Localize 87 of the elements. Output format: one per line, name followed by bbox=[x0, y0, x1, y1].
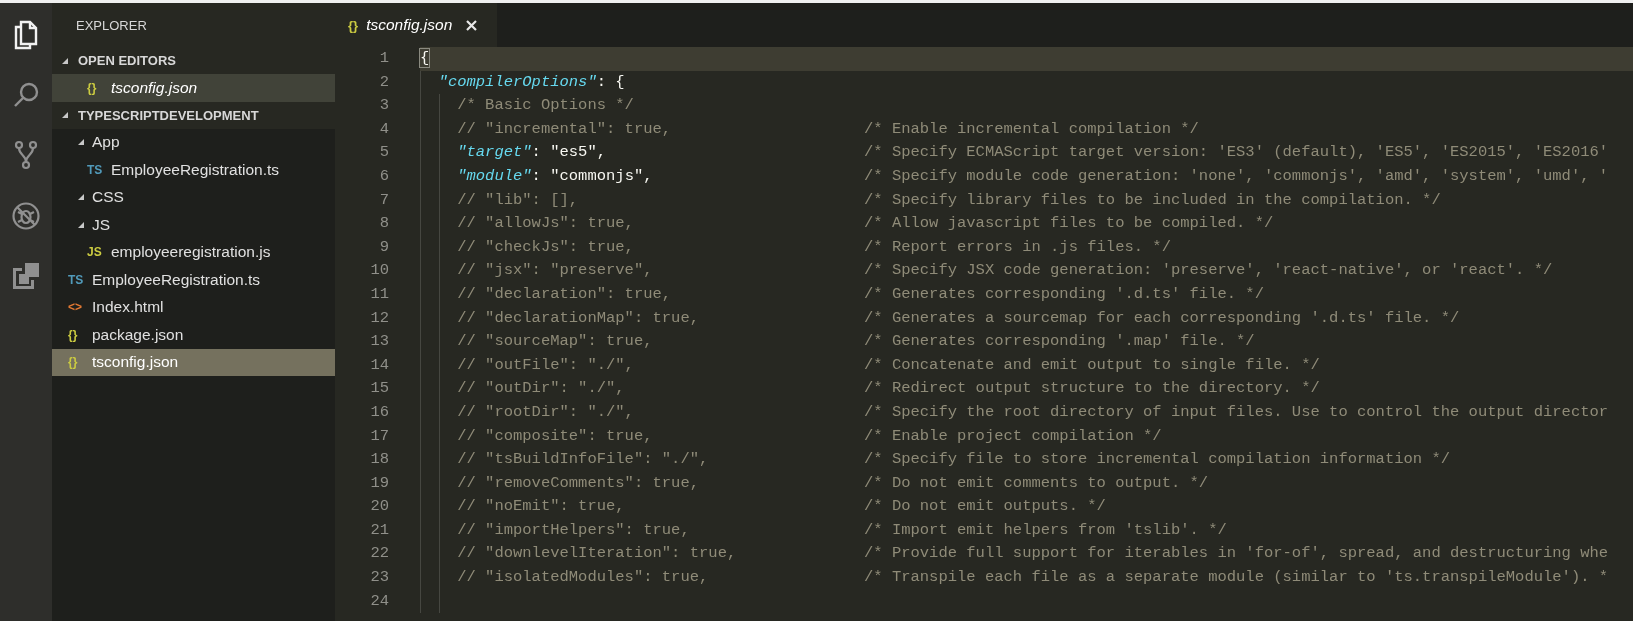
explorer-title: EXPLORER bbox=[76, 17, 147, 33]
code-comment: /* Specify JSX code generation: 'preserve', 'react-native', or 'react'. */ bbox=[864, 260, 1553, 282]
file-tree-item[interactable]: App bbox=[52, 128, 335, 156]
code-text: { bbox=[420, 48, 430, 69]
line-number: 10 bbox=[369, 260, 389, 282]
file-tree-item[interactable]: <> Index.html bbox=[52, 293, 335, 321]
code-comment: /* Enable project compilation */ bbox=[864, 425, 1162, 447]
code-text: // "lib": [], bbox=[457, 189, 579, 211]
line-number: 13 bbox=[369, 331, 389, 353]
code-text: // "downlevelIteration": true, bbox=[457, 543, 737, 565]
code-comment: /* Generates a sourcemap for each corresponding '.d.ts' file. */ bbox=[864, 307, 1460, 329]
section-header[interactable]: OPEN EDITORS bbox=[52, 47, 335, 74]
line-number: 21 bbox=[369, 519, 389, 541]
line-number: 14 bbox=[369, 354, 389, 376]
line-number: 1 bbox=[378, 48, 389, 69]
code-text: // "declarationMap": true, bbox=[457, 307, 700, 329]
code-comment: /* Do not emit comments to output. */ bbox=[864, 472, 1209, 494]
code-text: // "removeComments": true, bbox=[457, 472, 700, 494]
line-number: 16 bbox=[369, 401, 389, 423]
section-header[interactable]: TYPESCRIPTDEVELOPMENT bbox=[52, 101, 335, 129]
line-number: 19 bbox=[369, 472, 389, 494]
code-comment: /* Generates corresponding '.map' file. */ bbox=[864, 331, 1255, 353]
line-number: 18 bbox=[369, 449, 389, 471]
line-number: 24 bbox=[369, 590, 389, 612]
code-comment: /* Allow javascript files to be compiled. */ bbox=[864, 213, 1274, 235]
line-number: 15 bbox=[369, 378, 389, 400]
file-tree-item[interactable]: TS EmployeeRegistration.ts bbox=[52, 156, 335, 184]
code-text: // "sourceMap": true, bbox=[457, 331, 653, 353]
file-tree-item[interactable]: JS employeeregistration.js bbox=[52, 238, 335, 266]
line-number: 2 bbox=[378, 71, 389, 93]
code-comment: /* Import emit helpers from 'tslib'. */ bbox=[864, 519, 1227, 541]
line-number: 6 bbox=[378, 165, 389, 187]
code-comment: /* Specify module code generation: 'none', 'commonjs', 'amd', 'system', 'umd', ' bbox=[864, 165, 1609, 187]
line-number: 8 bbox=[378, 213, 389, 235]
code-text: "compilerOptions": { bbox=[438, 71, 625, 93]
line-number: 11 bbox=[369, 283, 389, 305]
line-number: 9 bbox=[378, 236, 389, 258]
line-number: 7 bbox=[378, 189, 389, 211]
code-comment: /* Specify the root directory of input files. Use to control the output director bbox=[864, 401, 1609, 423]
code-text: /* Basic Options */ bbox=[457, 95, 634, 117]
file-tree-item[interactable]: TS EmployeeRegistration.ts bbox=[52, 266, 335, 294]
line-number: 4 bbox=[378, 118, 389, 140]
no-bug-icon[interactable] bbox=[11, 201, 41, 231]
code-comment: /* Transpile each file as a separate module (similar to 'ts.transpileModule'). * bbox=[864, 567, 1609, 589]
code-comment: /* Report errors in .js files. */ bbox=[864, 236, 1171, 258]
code-comment: /* Redirect output structure to the directory. */ bbox=[864, 378, 1320, 400]
editor-tab[interactable]: {} tsconfig.json bbox=[335, 3, 498, 47]
code-comment: /* Specify file to store incremental compilation information */ bbox=[864, 449, 1450, 471]
code-text: // "isolatedModules": true, bbox=[457, 567, 709, 589]
extensions-icon[interactable] bbox=[12, 262, 40, 290]
code-comment: /* Generates corresponding '.d.ts' file. */ bbox=[864, 283, 1264, 305]
code-comment: /* Enable incremental compilation */ bbox=[864, 118, 1199, 140]
search-icon[interactable] bbox=[12, 81, 40, 109]
close-icon[interactable] bbox=[466, 19, 478, 31]
code-text: "module": "commonjs", bbox=[457, 165, 653, 187]
file-tree-item[interactable]: {} tsconfig.json bbox=[52, 74, 335, 102]
code-text: // "jsx": "preserve", bbox=[457, 260, 653, 282]
line-number: 20 bbox=[369, 496, 389, 518]
line-number: 3 bbox=[378, 95, 389, 117]
code-comment: /* Provide full support for iterables in 'for-of', spread, and destructuring whe bbox=[864, 543, 1609, 565]
code-text: // "checkJs": true, bbox=[457, 236, 634, 258]
code-text: // "declaration": true, bbox=[457, 283, 672, 305]
code-comment: /* Do not emit outputs. */ bbox=[864, 496, 1106, 518]
line-number: 12 bbox=[369, 307, 389, 329]
code-text: // "tsBuildInfoFile": "./", bbox=[457, 449, 709, 471]
file-tree-item[interactable]: CSS bbox=[52, 183, 335, 211]
code-text: // "importHelpers": true, bbox=[457, 519, 690, 541]
code-text: // "noEmit": true, bbox=[457, 496, 625, 518]
code-text: "target": "es5", bbox=[457, 142, 607, 164]
code-text: // "rootDir": "./", bbox=[457, 401, 634, 423]
branch-icon[interactable] bbox=[14, 140, 38, 170]
line-number: 22 bbox=[369, 543, 389, 565]
code-text: // "incremental": true, bbox=[457, 118, 672, 140]
code-text: // "outDir": "./", bbox=[457, 378, 625, 400]
file-tree-item[interactable]: JS bbox=[52, 211, 335, 239]
line-number: 23 bbox=[369, 567, 389, 589]
code-comment: /* Specify ECMAScript target version: 'ES3' (default), 'ES5', 'ES2015', 'ES2016' bbox=[864, 142, 1609, 164]
line-number: 17 bbox=[369, 425, 389, 447]
file-tree-item[interactable]: {} tsconfig.json bbox=[52, 348, 335, 376]
files-icon[interactable] bbox=[13, 20, 39, 50]
file-tree-item[interactable]: {} package.json bbox=[52, 321, 335, 349]
code-comment: /* Specify library files to be included in the compilation. */ bbox=[864, 189, 1441, 211]
code-text: // "composite": true, bbox=[457, 425, 653, 447]
line-number: 5 bbox=[378, 142, 389, 164]
code-text: // "allowJs": true, bbox=[457, 213, 634, 235]
code-text: // "outFile": "./", bbox=[457, 354, 634, 376]
code-comment: /* Concatenate and emit output to single file. */ bbox=[864, 354, 1320, 376]
